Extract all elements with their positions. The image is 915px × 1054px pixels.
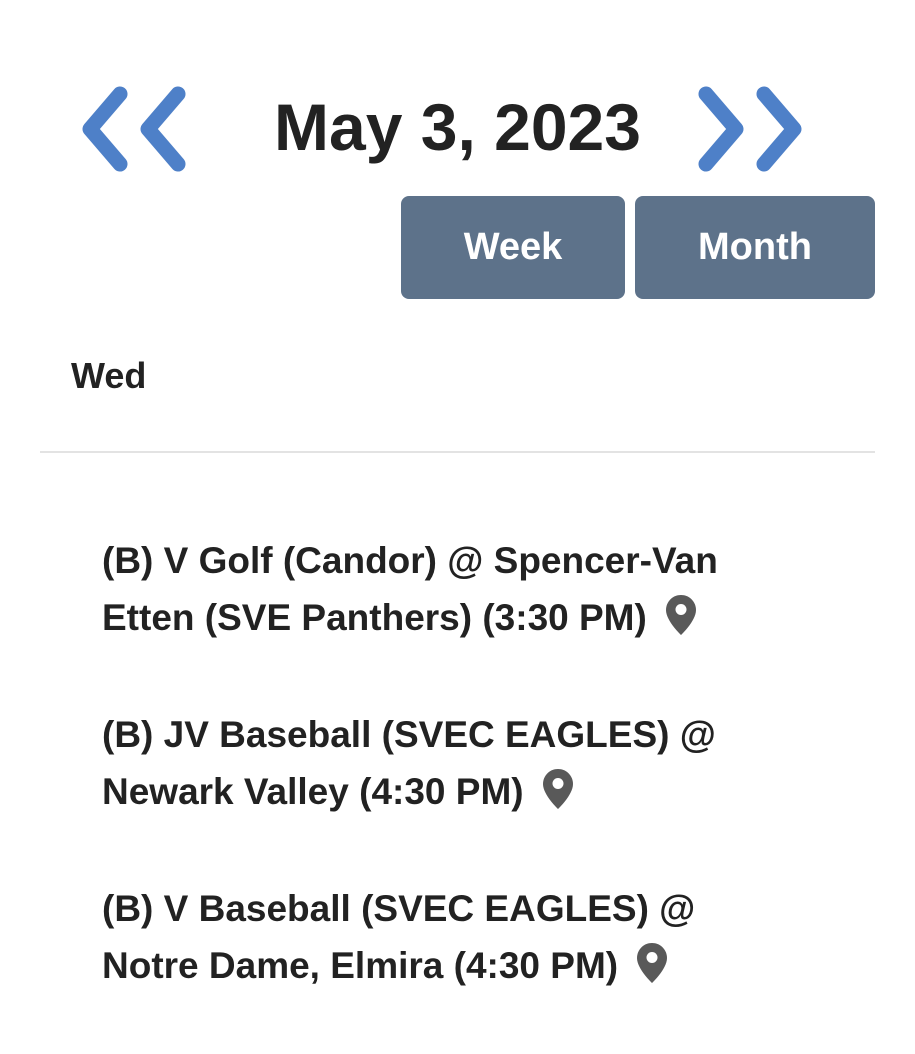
event-item[interactable]: (B) V Golf (Candor) @ Spencer-Van Etten … — [102, 532, 802, 646]
day-divider — [40, 451, 875, 453]
day-of-week-label: Wed — [71, 355, 147, 396]
map-pin-icon[interactable] — [665, 594, 697, 636]
event-item[interactable]: (B) JV Baseball (SVEC EAGLES) @ Newark V… — [102, 706, 802, 820]
map-pin-icon[interactable] — [542, 768, 574, 810]
map-pin-icon[interactable] — [636, 942, 668, 984]
event-list: (B) V Golf (Candor) @ Spencer-Van Etten … — [102, 532, 802, 1054]
week-view-button[interactable]: Week — [401, 196, 625, 299]
next-day-icon[interactable] — [692, 82, 804, 176]
previous-day-icon[interactable] — [80, 82, 192, 176]
event-text[interactable]: (B) V Golf (Candor) @ Spencer-Van Etten … — [102, 540, 718, 638]
current-date-title: May 3, 2023 — [274, 90, 641, 164]
event-text[interactable]: (B) V Baseball (SVEC EAGLES) @ Notre Dam… — [102, 888, 695, 986]
event-text[interactable]: (B) JV Baseball (SVEC EAGLES) @ Newark V… — [102, 714, 716, 812]
month-view-button[interactable]: Month — [635, 196, 875, 299]
event-item[interactable]: (B) V Baseball (SVEC EAGLES) @ Notre Dam… — [102, 880, 802, 994]
